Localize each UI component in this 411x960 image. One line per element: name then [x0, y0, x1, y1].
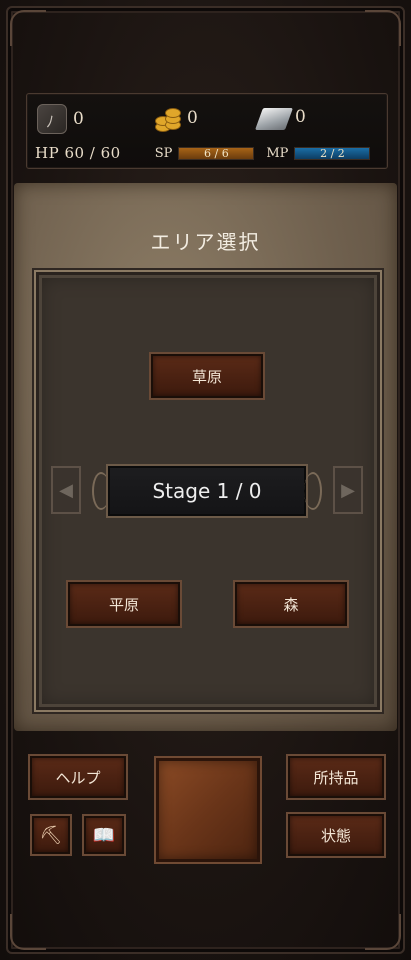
book-icon: 📖	[92, 824, 116, 846]
sp-label: SP	[154, 145, 173, 161]
mp-bar: 2 / 2	[294, 146, 371, 160]
frame-corner-ornament	[365, 914, 401, 950]
hp-text: HP 60 / 60	[35, 144, 121, 162]
prev-stage-arrow[interactable]: ◀	[51, 466, 81, 514]
silver-ingot-icon	[254, 108, 294, 130]
frame-corner-ornament	[365, 10, 401, 46]
claw-resource: 0	[37, 104, 84, 134]
ingot-resource: 0	[254, 104, 306, 130]
gold-resource: 0	[153, 104, 198, 132]
claw-icon	[37, 104, 67, 134]
forest-button[interactable]: 森	[235, 582, 347, 626]
help-button[interactable]: ヘルプ	[30, 756, 126, 798]
stats-row: HP 60 / 60 SP 6 / 6 MP 2 / 2	[35, 144, 382, 162]
status-panel: 0 0 0 HP 60 / 60 SP 6 / 6 MP 2 / 2	[26, 93, 388, 169]
ingot-count: 0	[295, 107, 306, 127]
gold-coins-icon	[153, 104, 181, 132]
grassland-button[interactable]: 草原	[151, 354, 263, 398]
inventory-button[interactable]: 所持品	[288, 756, 384, 798]
stage-ornament-right	[304, 472, 322, 510]
center-action-square[interactable]	[156, 758, 260, 862]
plain-button[interactable]: 平原	[68, 582, 180, 626]
mp-label: MP	[266, 145, 289, 161]
gold-count: 0	[187, 108, 198, 128]
claw-count: 0	[73, 109, 84, 129]
area-select-title: エリア選択	[150, 230, 261, 254]
frame-corner-ornament	[10, 10, 46, 46]
frame-corner-ornament	[10, 914, 46, 950]
next-stage-arrow[interactable]: ▶	[333, 466, 363, 514]
pickaxe-button[interactable]: ⛏	[32, 816, 70, 854]
status-button[interactable]: 状態	[288, 814, 384, 856]
sp-bar: 6 / 6	[178, 146, 255, 160]
pickaxe-icon: ⛏	[39, 824, 63, 846]
book-button[interactable]: 📖	[84, 816, 124, 854]
stage-display: Stage 1 / 0	[108, 466, 306, 516]
